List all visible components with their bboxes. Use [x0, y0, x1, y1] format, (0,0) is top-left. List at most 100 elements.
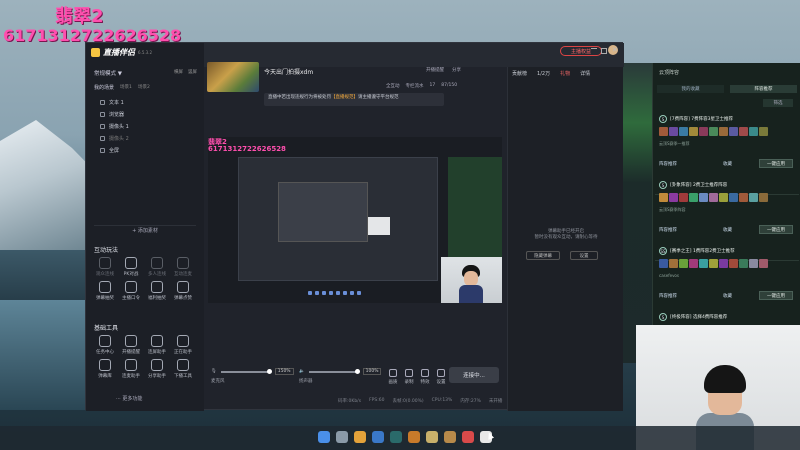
hide-danmaku-button[interactable]: 隐藏弹幕 [526, 251, 560, 260]
app-icon[interactable] [408, 431, 420, 443]
mic-control: 🎙 150% [211, 368, 294, 375]
settings-button[interactable]: 设置 [434, 369, 448, 385]
tool-co-host[interactable]: 互动连麦 [172, 257, 194, 277]
stream-preview[interactable]: 翡翠2 6171312722626528 [208, 137, 502, 303]
basic-tools: 任务中心 开播提醒 连屏助手 正在助手 弹幕库 连麦助手 分享助手 下播工具 [94, 335, 198, 379]
mode-selector[interactable]: 常规模式 ▼ [94, 69, 122, 77]
close-icon[interactable]: ✕ [612, 46, 618, 54]
top-actions: 开播提醒 分享 [426, 67, 461, 73]
favorite-button[interactable]: 收藏 [723, 293, 732, 299]
source-label: 摄像头 1 [109, 124, 129, 130]
danmaku-settings-button[interactable]: 设置 [570, 251, 598, 260]
tool-pk-battle[interactable]: PK对战 [120, 257, 142, 277]
landscape-toggle[interactable]: 横屏 [174, 69, 183, 75]
comp-header: S [卦象阵容] 2费卫士推荐阵容 [659, 181, 727, 189]
download-icon [177, 335, 189, 347]
champion-row [659, 127, 768, 136]
bitrate: 码率:0Kb/s [338, 399, 362, 404]
source-browser[interactable]: 浏览器 [100, 111, 124, 118]
tool-danmaku-like[interactable]: 弹幕点赞 [172, 281, 194, 301]
scene-tab-1[interactable]: 场景1 [120, 84, 132, 90]
tool-screen-helper[interactable]: 连屏助手 [146, 335, 168, 355]
overlay-text-1: 翡翠2 [55, 6, 104, 27]
stream-cover-thumbnail[interactable] [207, 62, 259, 92]
basic-tools-title: 基础工具 [94, 325, 119, 332]
speaker-slider[interactable] [308, 368, 360, 374]
top-bar: 主播权益 [204, 43, 624, 67]
game-icon[interactable] [426, 431, 438, 443]
comp-subtitle: casefevos [659, 273, 679, 278]
tool-live-reminder[interactable]: 开播提醒 [120, 335, 142, 355]
tool-welfare-lottery[interactable]: 福利抽奖 [146, 281, 168, 301]
power-icon [177, 359, 189, 371]
rules-notice: 直播中若出现违规行为将被处罚【直播规范】请主播遵守平台规范 [264, 93, 444, 106]
source-text[interactable]: 文本 1 [100, 99, 124, 106]
mic-slider[interactable] [220, 368, 272, 374]
tool-co-host-helper[interactable]: 连麦助手 [120, 359, 142, 379]
record-icon [405, 369, 413, 377]
comp-title: [7费阵容] 7费阵容3星卫士推荐 [670, 117, 734, 122]
live-status: 未开播 [488, 399, 503, 404]
apply-button[interactable]: 一键应用 [759, 225, 793, 234]
browser-icon [100, 112, 105, 117]
edge-icon[interactable] [372, 431, 384, 443]
tab-detail[interactable]: 详情 [580, 70, 590, 77]
comp-tag: 阵容推荐 [659, 162, 677, 167]
live-companion-window: 直播伴侣 6.5.3.2 常规模式 ▼ 横屏 竖屏 我的场景 场景1 场景2 文… [85, 42, 624, 411]
comp-title: [卦象阵容] 2费卫士推荐阵容 [670, 183, 728, 188]
add-source-button[interactable]: + 添加素材 [94, 225, 196, 235]
share-button[interactable]: 分享 [452, 67, 461, 73]
mic-icon [125, 359, 137, 371]
tab-my-favorites[interactable]: 我的收藏 [657, 85, 724, 93]
mic-icon[interactable]: 🎙 [211, 369, 217, 374]
quality-button[interactable]: 画质 [386, 369, 400, 385]
tool-danmaku-lib[interactable]: 弹幕库 [94, 359, 116, 379]
chrome-icon[interactable] [354, 431, 366, 443]
speaker-label: 扬声器 [299, 379, 313, 384]
tab-contribution[interactable]: 贡献榜 [512, 70, 527, 77]
tool-live-assistant[interactable]: 正在助手 [172, 335, 194, 355]
rank-badge: SS [659, 247, 667, 255]
windows-start-icon[interactable] [318, 431, 330, 443]
record-button[interactable]: 录制 [402, 369, 416, 385]
effects-button[interactable]: 特效 [418, 369, 432, 385]
more-features-button[interactable]: ··· 更多功能 [116, 395, 142, 402]
tool-audience-link[interactable]: 观众连线 [94, 257, 116, 277]
speaker-icon[interactable]: 🔈 [299, 369, 305, 374]
comp-header: SS [赛季之王] 1费阵容2费卫士推荐 [659, 247, 735, 255]
search-icon[interactable] [336, 431, 348, 443]
fps: FPS:60 [369, 398, 385, 403]
filter-dropdown[interactable]: 筛选 [763, 99, 793, 107]
apply-button[interactable]: 一键应用 [759, 159, 793, 168]
tool-end-stream[interactable]: 下播工具 [172, 359, 194, 379]
maximize-icon[interactable] [601, 48, 607, 54]
minimize-icon[interactable] [591, 48, 597, 49]
mic-volume[interactable]: 150% [274, 368, 294, 375]
app-icon[interactable] [390, 431, 402, 443]
champion-row [659, 259, 768, 268]
source-fullscreen[interactable]: 全屏 [100, 147, 119, 154]
game-icon[interactable] [444, 431, 456, 443]
favorite-button[interactable]: 收藏 [723, 227, 732, 233]
tool-danmaku-lottery[interactable]: 弹幕抽奖 [94, 281, 116, 301]
scene-tab-2[interactable]: 场景2 [138, 84, 150, 90]
game-panel-title: 云顶阵容 [659, 70, 680, 76]
reminder-button[interactable]: 开播提醒 [426, 67, 444, 73]
tool-multi-link[interactable]: 多人连线 [146, 257, 168, 277]
tab-gift[interactable]: 礼物 [560, 70, 570, 77]
favorite-button[interactable]: 收藏 [723, 161, 732, 167]
tool-share-helper[interactable]: 分享助手 [146, 359, 168, 379]
source-camera-1[interactable]: 摄像头 1 [100, 123, 129, 130]
tool-task-center[interactable]: 任务中心 [94, 335, 116, 355]
tab-recommended[interactable]: 阵容推荐 [730, 85, 797, 93]
speaker-volume[interactable]: 100% [362, 368, 382, 375]
source-camera-2[interactable]: 摄像头 2 [100, 135, 129, 142]
stream-title[interactable]: 今天出门拍摄xdm [264, 67, 313, 76]
tool-host-code[interactable]: 主播口令 [120, 281, 142, 301]
monitor-icon [100, 148, 105, 153]
apply-button[interactable]: 一键应用 [759, 291, 793, 300]
portrait-toggle[interactable]: 竖屏 [188, 69, 197, 75]
source-label: 全屏 [109, 148, 120, 154]
app-icon[interactable] [462, 431, 474, 443]
start-stream-button[interactable]: 连接中... [449, 367, 499, 383]
